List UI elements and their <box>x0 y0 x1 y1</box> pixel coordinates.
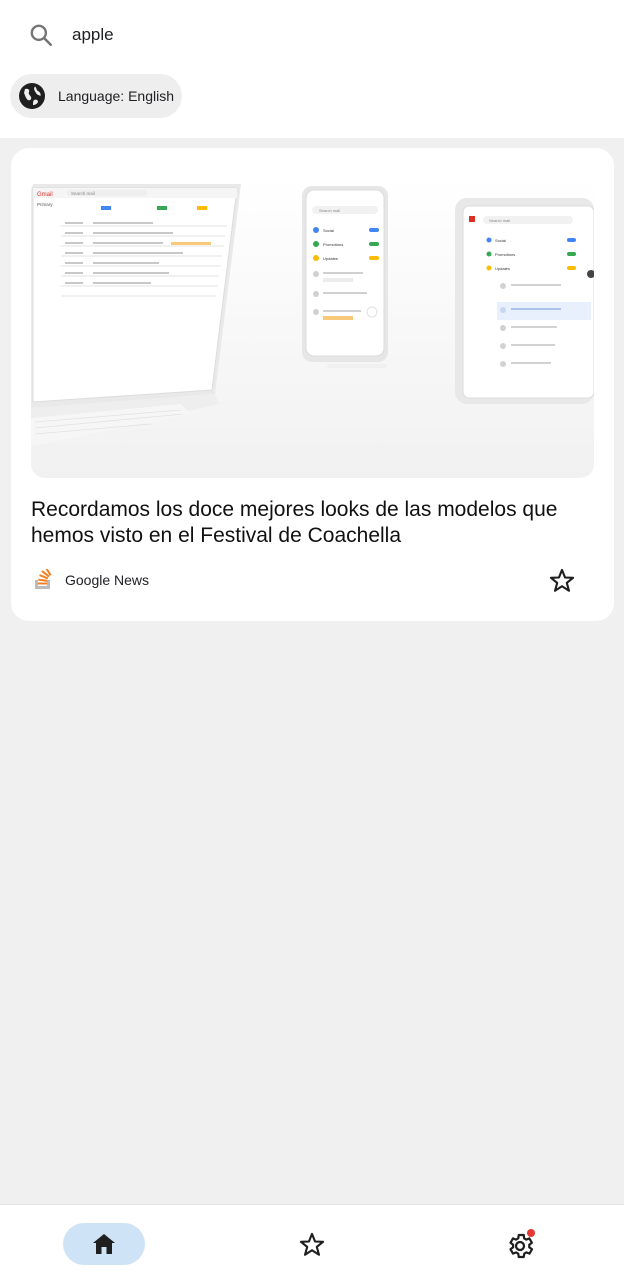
search-input[interactable] <box>72 20 592 50</box>
source-name: Google News <box>65 572 150 588</box>
devices-illustration: Gmail Search mail Primary Search mail So… <box>31 178 594 478</box>
svg-text:Search mail: Search mail <box>489 218 510 223</box>
svg-text:Search mail: Search mail <box>71 191 95 196</box>
globe-icon <box>19 83 45 109</box>
source-logo-icon <box>35 569 52 589</box>
notification-badge <box>527 1229 535 1237</box>
svg-text:Updates: Updates <box>495 266 510 271</box>
article-title[interactable]: Recordamos los doce mejores looks de las… <box>31 497 594 549</box>
laptop-app-label: Gmail <box>37 192 53 198</box>
svg-text:Primary: Primary <box>37 202 53 207</box>
svg-text:Search mail: Search mail <box>319 208 340 213</box>
language-label: Language: English <box>58 88 174 104</box>
svg-text:Social: Social <box>323 228 334 233</box>
nav-settings-button[interactable] <box>505 1229 535 1261</box>
svg-text:Promotions: Promotions <box>495 252 515 257</box>
search-bar <box>0 0 624 68</box>
article-card[interactable]: Gmail Search mail Primary Search mail So… <box>11 148 614 621</box>
language-chip[interactable]: Language: English <box>10 74 182 118</box>
app-root: Language: English Gmail <box>0 0 624 1280</box>
bottom-navigation <box>0 1204 624 1280</box>
article-image: Gmail Search mail Primary Search mail So… <box>31 178 594 478</box>
article-source: Google News <box>31 567 594 599</box>
header: Language: English <box>0 0 624 138</box>
nav-favorites-star-icon[interactable] <box>298 1231 326 1259</box>
tablet: Search mail Social Promotions Updates <box>455 198 594 404</box>
nav-home-button[interactable] <box>63 1223 145 1265</box>
search-icon[interactable] <box>28 22 54 48</box>
favorite-star-icon[interactable] <box>548 567 576 595</box>
svg-text:Social: Social <box>495 238 506 243</box>
svg-text:Promotions: Promotions <box>323 242 343 247</box>
svg-text:Updates: Updates <box>323 256 338 261</box>
phone: Search mail Social Promotions Updates <box>302 186 388 368</box>
home-icon <box>93 1234 115 1254</box>
